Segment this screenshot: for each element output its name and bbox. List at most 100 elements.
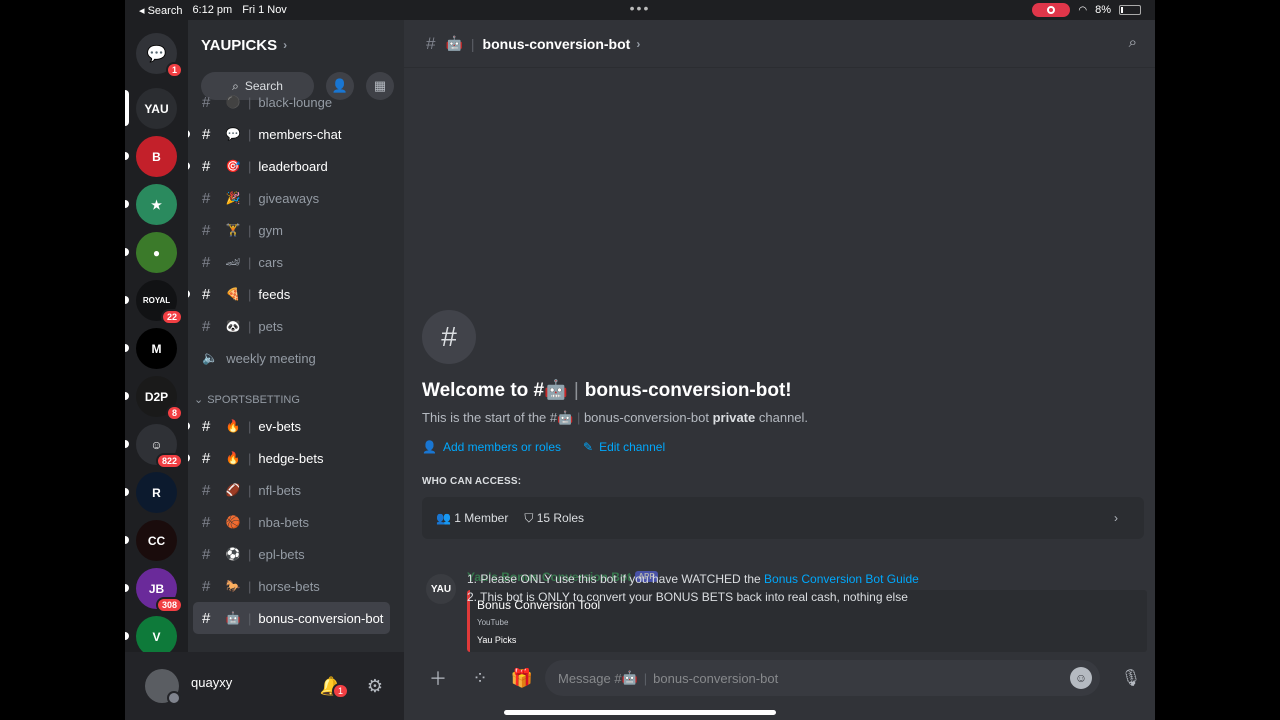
channel-label: bonus-conversion-bot — [258, 610, 384, 626]
message-line-1: 1. Please ONLY use this bot if you have … — [467, 572, 919, 586]
gift-button[interactable]: 🎁 — [502, 658, 542, 698]
server-icon[interactable]: M — [125, 328, 177, 369]
channel-horse-bets[interactable]: # 🐎 | horse-bets — [188, 570, 404, 602]
channel-feeds[interactable]: # 🍕 | feeds — [188, 278, 404, 310]
gift-icon: 🎁 — [510, 667, 534, 688]
server-icon[interactable]: YAU — [125, 88, 177, 129]
channel-black-lounge[interactable]: # ⚫ | black-lounge — [188, 86, 404, 118]
server-icon[interactable]: ☺ 822 — [125, 424, 183, 469]
channel-pets[interactable]: # 🐼 | pets — [188, 310, 404, 342]
channel-giveaways[interactable]: # 🎉 | giveaways — [188, 182, 404, 214]
channel-header[interactable]: # 🤖 | bonus-conversion-bot › — [404, 20, 1155, 68]
battery-icon — [1119, 5, 1141, 15]
composer: ＋ ⁘ 🎁 Message # 🤖 | bonus-conversion-bot ☺ … — [404, 658, 1155, 698]
username[interactable]: quayxy — [191, 675, 316, 690]
microphone-icon[interactable]: 🎙 — [1121, 668, 1141, 688]
server-icon[interactable]: R — [125, 472, 177, 513]
server-icon[interactable]: B — [125, 136, 177, 177]
roles-count: ⛉ 15 Roles — [524, 510, 585, 525]
battery-percent: 8% — [1095, 4, 1111, 16]
time: 6:12 pm — [192, 3, 233, 16]
channel-emoji: ⚫ — [225, 95, 241, 109]
chevron-right-icon: › — [283, 38, 288, 52]
channel-gym[interactable]: # 🏋 | gym — [188, 214, 404, 246]
server-icon[interactable]: ROYAL 22 — [125, 280, 183, 325]
channel-access-button[interactable]: 👥 1 Member ⛉ 15 Roles › — [422, 497, 1144, 539]
guide-link[interactable]: Bonus Conversion Bot Guide — [764, 572, 919, 586]
channel-list: # ⚫ | black-lounge # 💬 | members-chat # 🎯 | leaderb… — [188, 86, 404, 634]
shield-icon: ⛉ — [524, 510, 534, 525]
channel-emoji: 🏎 — [225, 255, 241, 269]
embed-author[interactable]: Yau Picks — [477, 635, 516, 645]
avatar[interactable]: YAU — [426, 574, 456, 604]
channel-label: horse-bets — [258, 578, 320, 594]
channel-emoji: ⚽ — [225, 547, 241, 561]
server-badge: 22 — [160, 309, 183, 325]
channel-emoji: 🏋 — [225, 223, 241, 237]
avatar[interactable] — [145, 669, 181, 705]
notifications-button[interactable]: 🔔 1 — [316, 671, 349, 701]
hash-icon: # — [202, 189, 211, 207]
chat-area: # 🤖 | bonus-conversion-bot › ⌕ # Welcome… — [404, 20, 1155, 720]
voice-channel[interactable]: 🔈 weekly meeting — [188, 342, 404, 374]
channel-members-chat[interactable]: # 💬 | members-chat — [188, 118, 404, 150]
multitask-dots[interactable]: ••• — [630, 0, 651, 16]
channel-label: members-chat — [258, 126, 342, 142]
server-icon[interactable]: D2P 8 — [125, 376, 183, 421]
channel-label: giveaways — [258, 190, 320, 206]
chevron-down-icon: ⌄ — [194, 394, 204, 406]
server-icon[interactable]: CC — [125, 520, 177, 561]
hash-icon: # — [202, 545, 211, 563]
hash-icon: # — [202, 609, 211, 627]
hash-icon: # — [202, 481, 211, 499]
header-channel-name: bonus-conversion-bot — [482, 35, 631, 52]
server-icon[interactable]: JB 308 — [125, 568, 183, 613]
channel-label: cars — [258, 254, 283, 270]
server-icon[interactable]: ● — [125, 232, 177, 273]
channel-emoji: 🏈 — [225, 483, 241, 497]
channel-label: ev-bets — [258, 418, 302, 434]
welcome-title: Welcome to #🤖 | bonus-conversion-bot! — [422, 380, 792, 401]
channel-ev-bets[interactable]: # 🔥 | ev-bets — [188, 410, 404, 442]
channel-hedge-bets[interactable]: # 🔥 | hedge-bets — [188, 442, 404, 474]
channel-label: nba-bets — [258, 514, 309, 530]
server-icon[interactable]: V — [125, 616, 177, 657]
edit-channel-button[interactable]: ✎ Edit channel — [583, 440, 665, 454]
hash-lock-icon: # — [422, 310, 476, 364]
channel-welcome: # Welcome to #🤖 | bonus-conversion-bot! Th… — [422, 310, 1144, 539]
channel-label: gym — [258, 222, 283, 238]
apps-button[interactable]: ⁘ — [460, 658, 500, 698]
date: Fri 1 Nov — [242, 3, 287, 16]
hash-icon: # — [202, 577, 211, 595]
direct-messages-button[interactable]: 💬 1 — [136, 33, 183, 78]
home-indicator[interactable] — [504, 710, 776, 715]
channel-cars[interactable]: # 🏎 | cars — [188, 246, 404, 278]
hash-icon: # — [202, 125, 211, 143]
add-members-button[interactable]: 👤 Add members or roles — [422, 440, 561, 454]
channel-bonus-conversion-bot[interactable]: # 🤖 | bonus-conversion-bot — [193, 602, 390, 634]
attach-button[interactable]: ＋ — [418, 658, 458, 698]
server-icon[interactable]: ★ — [125, 184, 177, 225]
hash-icon: # — [202, 417, 211, 435]
add-user-icon: 👤 — [422, 440, 437, 454]
message-input[interactable]: Message # 🤖 | bonus-conversion-bot ☺ — [545, 660, 1100, 696]
hash-icon: # — [202, 253, 211, 271]
access-title: WHO CAN ACCESS: — [422, 476, 522, 487]
channel-label: feeds — [258, 286, 291, 302]
gear-icon: ⚙ — [366, 675, 384, 696]
category-header[interactable]: ⌄ SPORTSBETTING — [188, 374, 404, 410]
channel-nba-bets[interactable]: # 🏀 | nba-bets — [188, 506, 404, 538]
channel-emoji: 💬 — [225, 127, 241, 141]
back-to-search-link[interactable]: ◂ Search — [139, 4, 182, 17]
hash-icon: # — [426, 33, 436, 53]
emoji-icon[interactable]: ☺ — [1070, 667, 1092, 689]
settings-button[interactable]: ⚙ — [360, 671, 390, 701]
screen-record-icon — [1032, 3, 1071, 17]
channel-leaderboard[interactable]: # 🎯 | leaderboard — [188, 150, 404, 182]
guild-header[interactable]: YAUPICKS › — [188, 20, 404, 70]
channel-label: leaderboard — [258, 158, 328, 174]
welcome-description: This is the start of the #🤖 | bonus-conv… — [422, 410, 809, 425]
search-icon[interactable]: ⌕ — [1129, 34, 1137, 51]
channel-nfl-bets[interactable]: # 🏈 | nfl-bets — [188, 474, 404, 506]
channel-epl-bets[interactable]: # ⚽ | epl-bets — [188, 538, 404, 570]
